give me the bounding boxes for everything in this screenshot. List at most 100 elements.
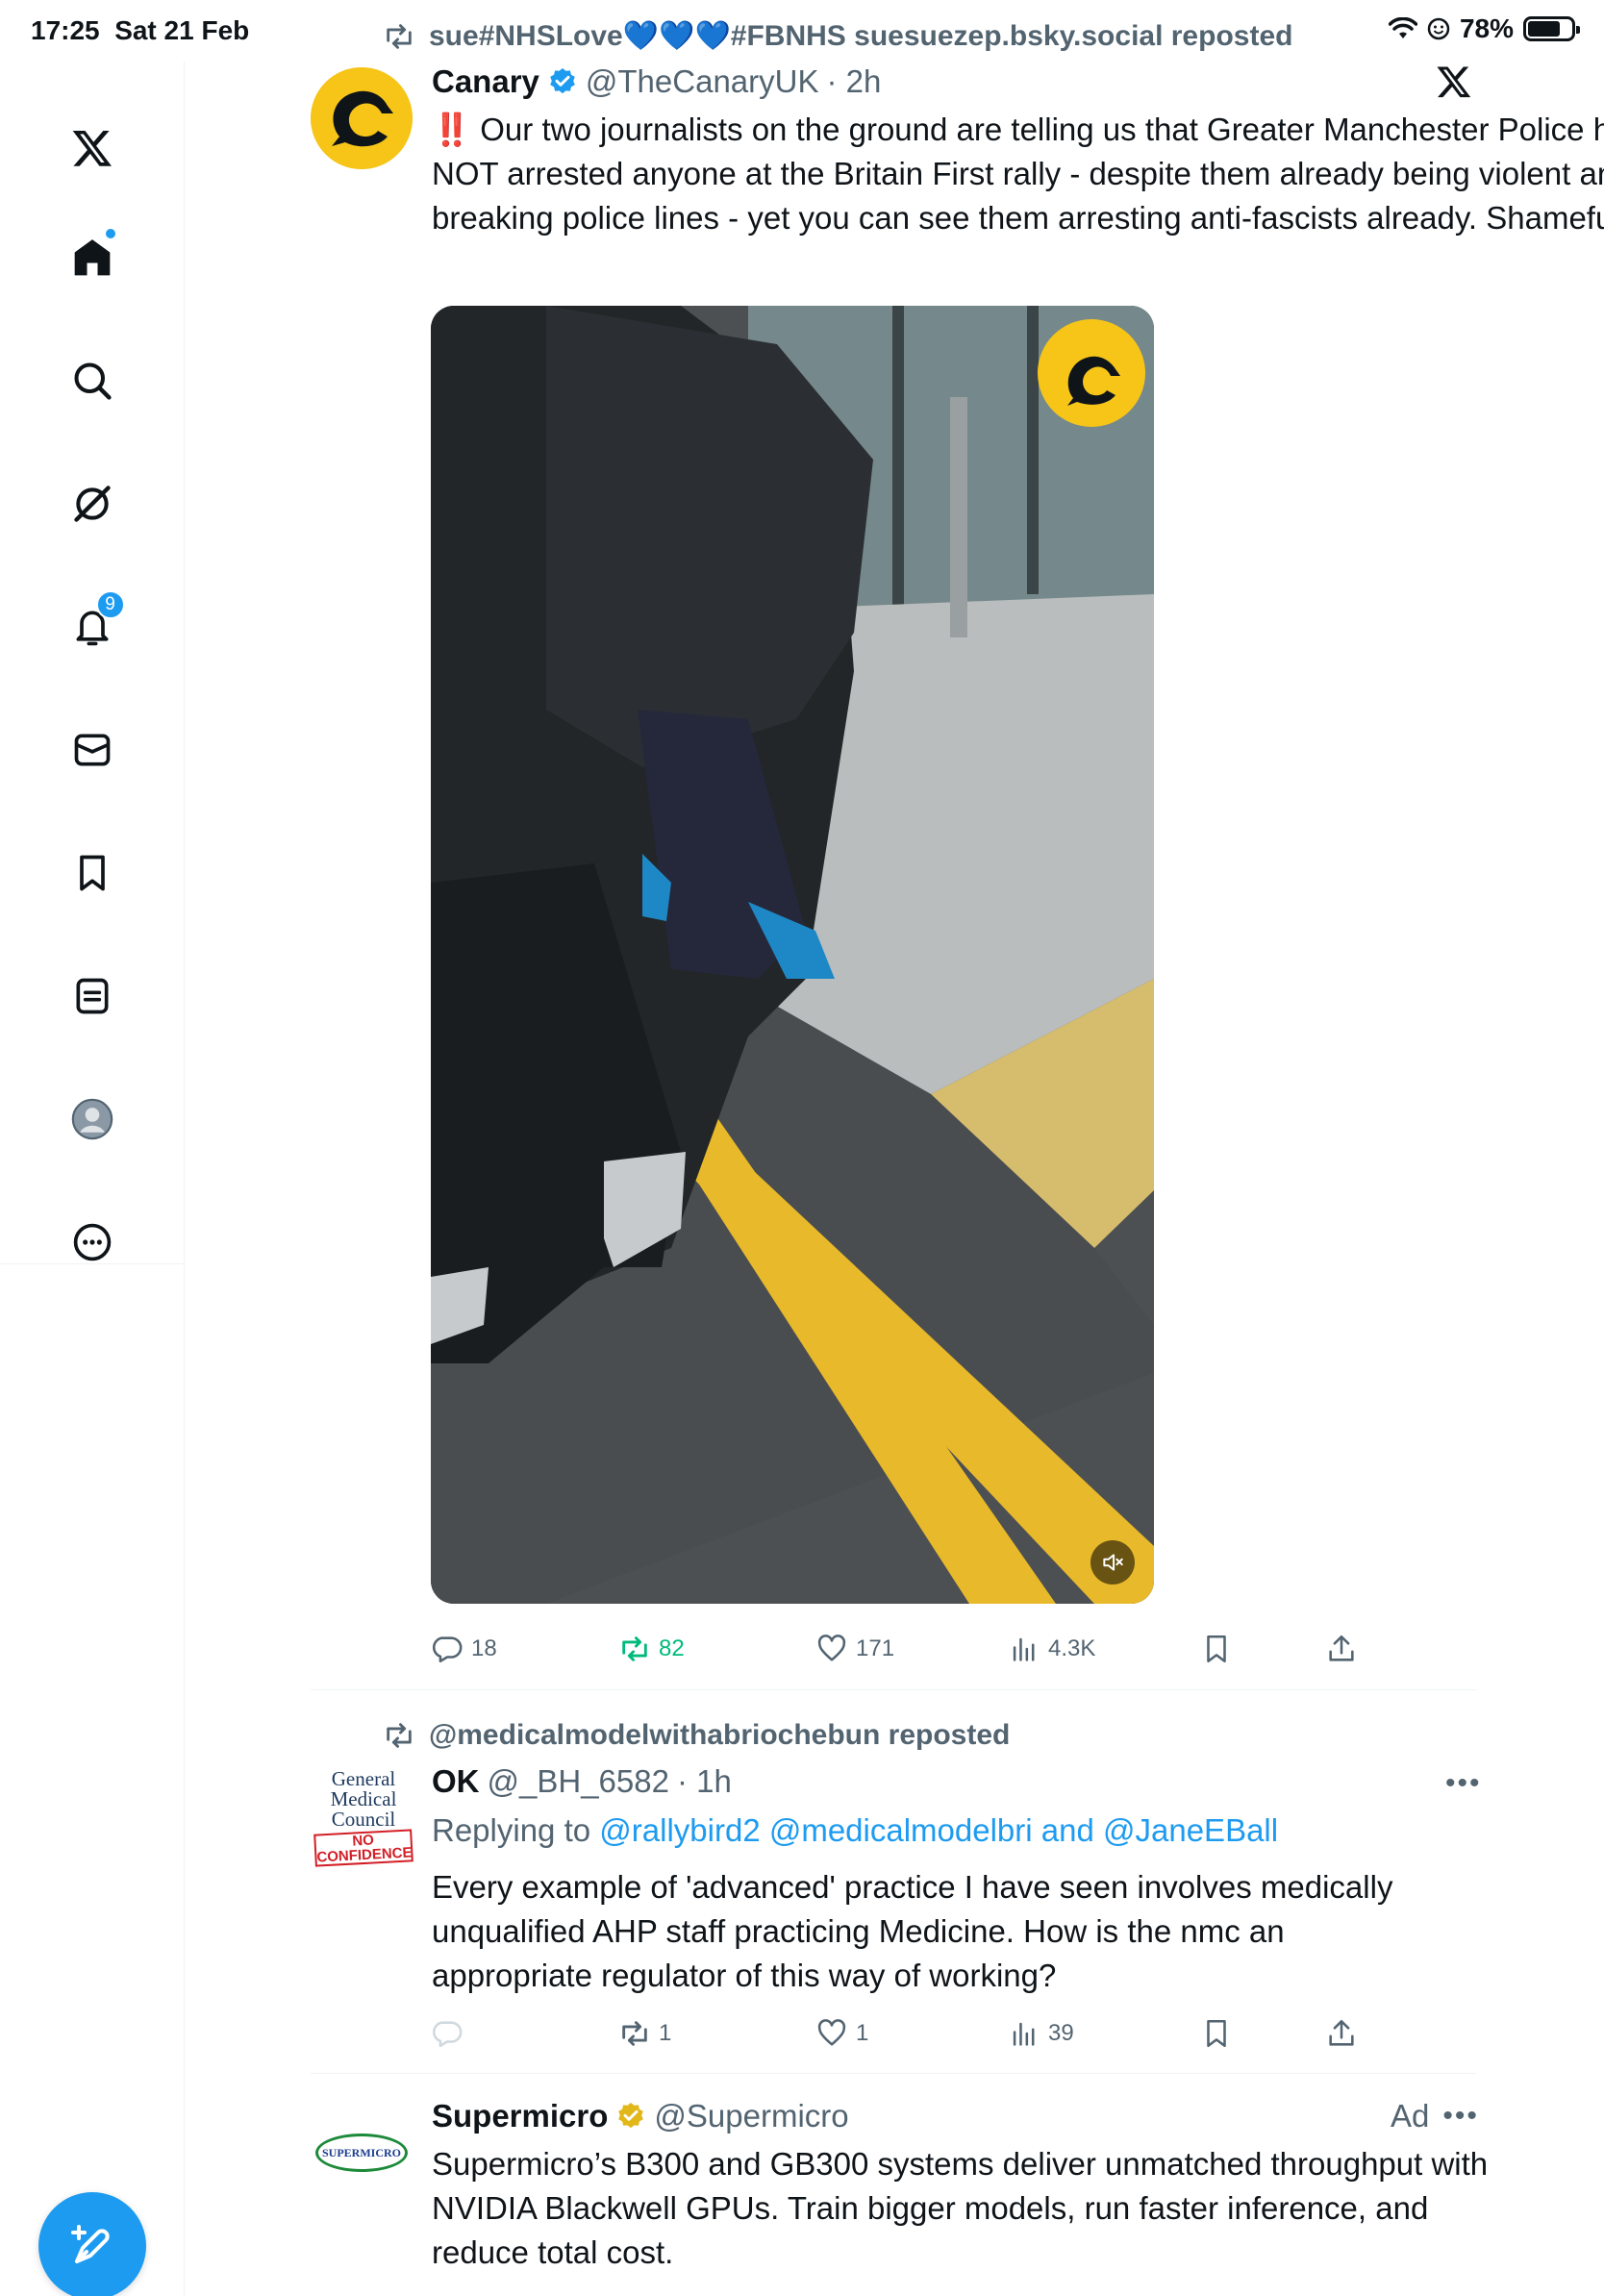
home-unread-dot — [103, 227, 117, 240]
post-time[interactable]: · 1h — [677, 1763, 732, 1800]
repost-indicator: sue#NHSLove💙💙💙#FBNHS suesuezep.bsky.soci… — [383, 19, 1292, 53]
post-text: Our two journalists on the ground are te… — [432, 112, 1604, 236]
repost-count: 1 — [659, 2020, 672, 2046]
x-logo-icon — [72, 131, 112, 166]
like-button[interactable]: 1 — [815, 2009, 868, 2058]
compose-feather-icon — [71, 2225, 110, 2263]
sidebar-item-lists[interactable] — [54, 958, 131, 1035]
ad-label-group: Ad ••• — [1391, 2098, 1479, 2134]
display-name[interactable]: Supermicro — [432, 2098, 608, 2134]
analytics-bars-icon — [1013, 2022, 1035, 2046]
bookmark-icon — [79, 855, 105, 891]
gmc-line-1: General — [331, 1767, 396, 1790]
verified-badge-icon — [550, 68, 575, 94]
post-header: Canary @TheCanaryUK · 2h — [432, 63, 881, 100]
home-icon — [74, 239, 110, 276]
bookmark-button[interactable] — [1200, 2009, 1233, 2058]
heart-icon — [817, 2019, 846, 2046]
no-confidence-stamp: NO CONFIDENCE — [313, 1829, 414, 1867]
repost-icon — [622, 2021, 647, 2046]
post-body: ‼️ Our two journalists on the ground are… — [432, 108, 1604, 240]
search-icon — [73, 362, 112, 400]
sidebar-item-messages[interactable] — [54, 711, 131, 788]
reply-bubble-icon — [432, 1636, 463, 1663]
replying-to-line: Replying to @rallybird2 @medicalmodelbri… — [432, 1809, 1441, 1853]
speaker-muted-icon — [1103, 1554, 1123, 1571]
share-button[interactable] — [1325, 1625, 1358, 1673]
video-frame-image — [431, 306, 1154, 1604]
repost-icon — [387, 23, 412, 49]
battery-tip — [1576, 26, 1580, 34]
replying-to-prefix: Replying to — [432, 1812, 591, 1848]
reply-button[interactable]: 18 — [431, 1625, 497, 1673]
supermicro-logo: SUPERMICRO — [315, 2134, 408, 2172]
battery-percent: 78% — [1459, 13, 1514, 43]
battery-fill — [1528, 21, 1561, 37]
post-header: OK @_BH_6582 · 1h — [432, 1763, 732, 1800]
timeline-feed: sue#NHSLove💙💙💙#FBNHS suesuezep.bsky.soci… — [186, 0, 1604, 2296]
handle[interactable]: @TheCanaryUK — [586, 63, 819, 100]
compose-post-button[interactable] — [38, 2192, 146, 2296]
handle[interactable]: @Supermicro — [654, 2098, 848, 2134]
views-button[interactable]: 39 — [1008, 2009, 1074, 2058]
more-circle-icon — [73, 1223, 111, 1261]
repost-by-text[interactable]: @medicalmodelwithabriochebun reposted — [429, 1719, 1010, 1752]
stamp-line-2: CONFIDENCE — [316, 1844, 413, 1866]
like-count: 1 — [856, 2020, 869, 2046]
ad-label: Ad — [1391, 2098, 1430, 2134]
view-count: 4.3K — [1048, 1635, 1096, 1661]
sidebar-item-home[interactable] — [54, 219, 131, 296]
battery-icon — [1523, 16, 1580, 41]
view-count: 39 — [1048, 2020, 1074, 2046]
canary-avatar[interactable] — [311, 67, 413, 169]
views-button[interactable]: 4.3K — [1008, 1625, 1095, 1673]
post-more-options-icon[interactable]: ••• — [1442, 2100, 1479, 2133]
gold-verified-badge-icon — [618, 2103, 644, 2129]
post-divider — [311, 2073, 1476, 2074]
post-time[interactable]: · 2h — [826, 63, 881, 100]
sidebar-item-bookmarks[interactable] — [54, 835, 131, 911]
display-name[interactable]: OK — [432, 1763, 480, 1800]
grok-icon — [73, 486, 111, 522]
sidebar: 9 — [0, 62, 185, 2296]
analytics-bars-icon — [1013, 1637, 1035, 1661]
sidebar-divider — [0, 1263, 185, 1264]
gmc-no-confidence-avatar[interactable]: General Medical Council NO CONFIDENCE — [311, 1765, 416, 1871]
post-actions: 1 1 39 — [431, 2009, 1373, 2058]
reply-bubble-icon — [432, 2021, 463, 2048]
display-name[interactable]: Canary — [432, 63, 539, 100]
bookmark-button[interactable] — [1200, 1625, 1233, 1673]
mute-toggle-button[interactable] — [1090, 1540, 1135, 1585]
like-button[interactable]: 171 — [815, 1625, 894, 1673]
post-actions: 18 82 171 4.3K — [431, 1625, 1373, 1673]
post-video[interactable] — [431, 306, 1154, 1604]
repost-indicator: @medicalmodelwithabriochebun reposted — [383, 1719, 1010, 1752]
canary-bird-logo-icon — [311, 67, 413, 169]
replying-to-mentions[interactable]: @rallybird2 @medicalmodelbri and @JaneEB… — [599, 1812, 1278, 1848]
sidebar-item-more[interactable] — [54, 1204, 131, 1281]
post-divider — [311, 1689, 1476, 1690]
post-text: Every example of 'advanced' practice I h… — [432, 1869, 1393, 1993]
handle[interactable]: @_BH_6582 — [488, 1763, 669, 1800]
repost-button[interactable]: 82 — [618, 1625, 685, 1673]
post-header: Supermicro @Supermicro — [432, 2098, 849, 2134]
post-more-options-icon[interactable]: ••• — [1445, 1767, 1482, 1800]
repost-button[interactable]: 1 — [618, 2009, 671, 2058]
bookmark-icon — [1207, 1635, 1226, 1663]
reply-button[interactable] — [431, 2009, 471, 2058]
like-count: 171 — [856, 1635, 895, 1661]
sidebar-item-explore[interactable] — [54, 342, 131, 419]
gmc-logo-text: General Medical Council — [311, 1765, 416, 1830]
x-logo[interactable] — [54, 110, 131, 187]
repost-icon — [387, 1723, 412, 1748]
heart-icon — [817, 1635, 846, 1661]
share-button[interactable] — [1325, 2009, 1358, 2058]
grok-explain-x-button[interactable] — [1436, 63, 1472, 100]
x-logo-small-icon — [1437, 66, 1471, 98]
repost-by-text[interactable]: sue#NHSLove💙💙💙#FBNHS suesuezep.bsky.soci… — [429, 19, 1292, 53]
gmc-line-2: Medical — [330, 1787, 397, 1810]
sidebar-item-grok[interactable] — [54, 465, 131, 542]
sidebar-item-notifications[interactable]: 9 — [54, 588, 131, 665]
supermicro-avatar[interactable]: SUPERMICRO — [311, 2102, 413, 2204]
sidebar-item-profile[interactable] — [54, 1081, 131, 1158]
